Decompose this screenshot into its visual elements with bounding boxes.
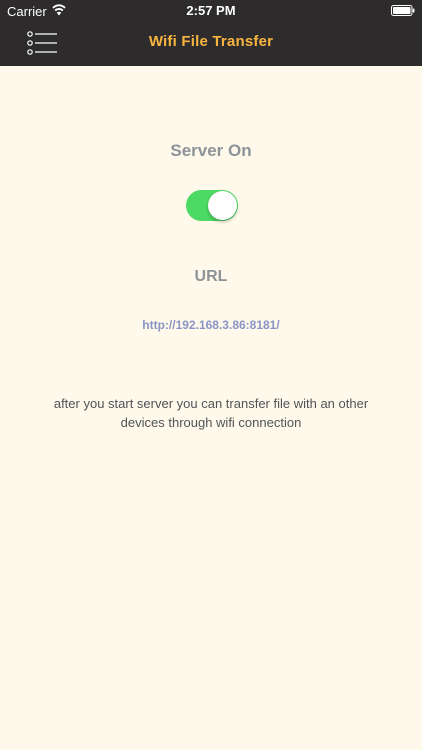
server-url-link[interactable]: http://192.168.3.86:8181/ (0, 318, 422, 332)
toggle-knob (208, 191, 237, 220)
page-title: Wifi File Transfer (148, 33, 274, 50)
instructions-text: after you start server you can transfer … (53, 396, 369, 430)
url-label: URL (194, 268, 228, 285)
navigation-bar: Wifi File Transfer (0, 22, 422, 66)
top-bar: Carrier 2:57 PM Wifi File Transfer (0, 0, 422, 66)
status-bar: Carrier 2:57 PM (0, 0, 422, 22)
clock-time: 2:57 PM (186, 3, 236, 18)
main-content: Server On URL http://192.168.3.86:8181/ … (0, 66, 422, 750)
server-toggle[interactable] (186, 190, 238, 221)
server-status-label: Server On (170, 141, 252, 160)
battery-full-icon (391, 5, 415, 16)
